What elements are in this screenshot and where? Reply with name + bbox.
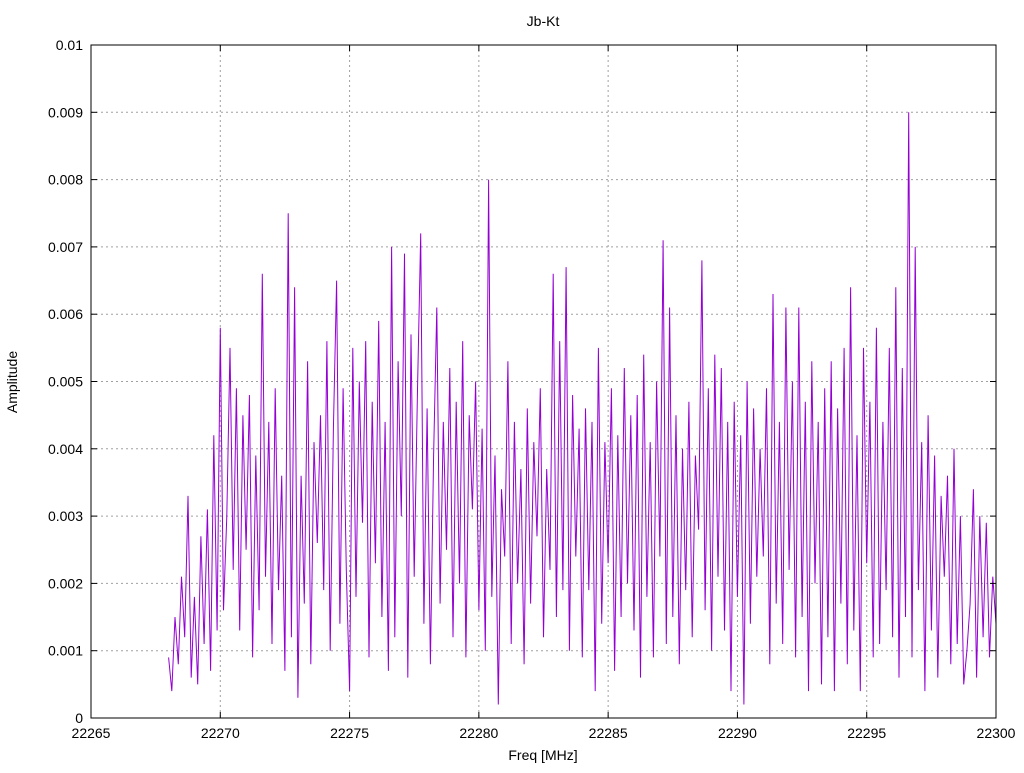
x-tick-label: 22295 <box>847 725 886 741</box>
y-tick-label: 0.004 <box>48 441 83 457</box>
chart: 22265 22270 22275 22280 22285 22290 22295 22300… <box>4 13 1016 763</box>
y-axis-label: Amplitude <box>4 351 20 413</box>
y-tick-label: 0.008 <box>48 172 83 188</box>
y-tick-label: 0.006 <box>48 306 83 322</box>
x-tick-label: 22300 <box>977 725 1016 741</box>
y-tick-label: 0.001 <box>48 643 83 659</box>
y-tick-label: 0.007 <box>48 239 83 255</box>
y-tick-label: 0.01 <box>56 37 83 53</box>
y-tick-label: 0.002 <box>48 575 83 591</box>
y-tick-label: 0 <box>75 710 83 726</box>
y-tick-label: 0.003 <box>48 508 83 524</box>
x-tick-label: 22280 <box>459 725 498 741</box>
x-tick-label: 22290 <box>718 725 757 741</box>
series-line <box>168 112 997 705</box>
y-tick-label: 0.009 <box>48 104 83 120</box>
y-tick-label: 0.005 <box>48 374 83 390</box>
x-tick-label: 22285 <box>589 725 628 741</box>
x-tick-label: 22275 <box>330 725 369 741</box>
chart-title: Jb-Kt <box>527 13 560 29</box>
x-tick-label: 22270 <box>201 725 240 741</box>
x-axis-label: Freq [MHz] <box>508 747 577 763</box>
x-tick-label: 22265 <box>72 725 111 741</box>
